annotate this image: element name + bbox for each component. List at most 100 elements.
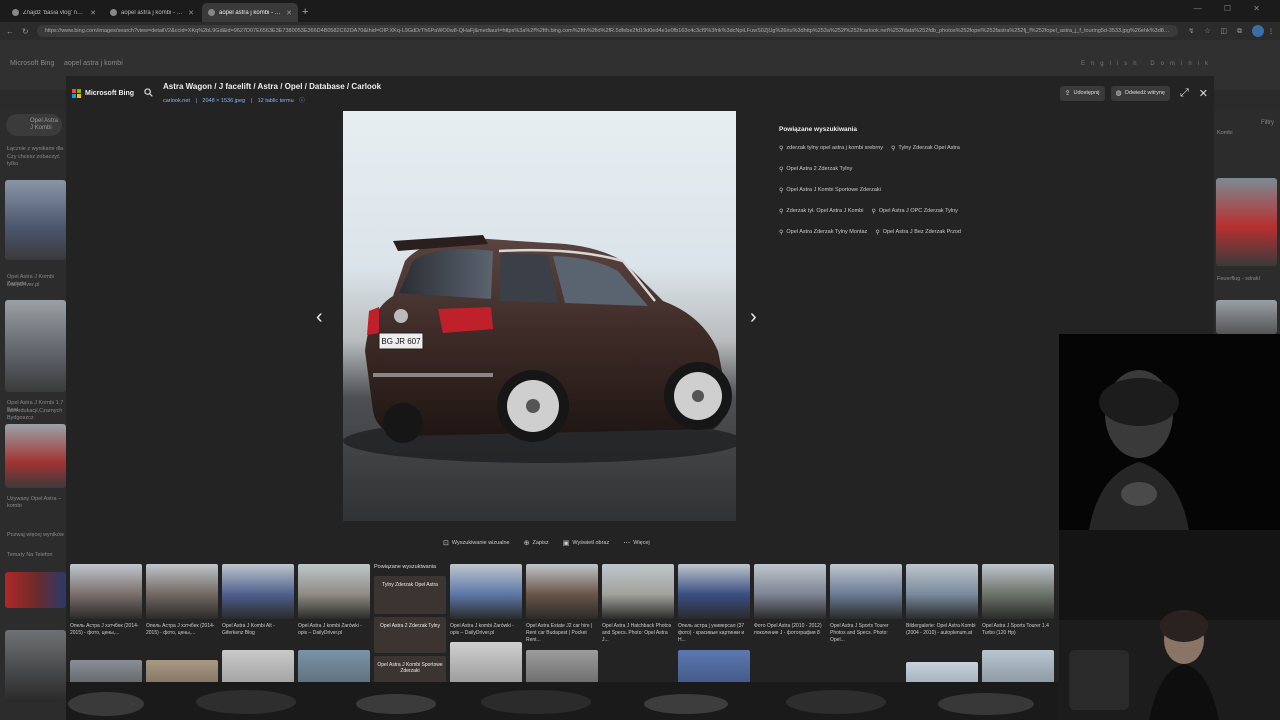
bg-topics: Tematy Na Telefon — [7, 552, 53, 558]
related-mini-heading: Powiązane wyszukiwania — [374, 564, 437, 570]
related-mini-label: Opel Astra J Kombi Sportowe Zderzaki — [377, 662, 443, 674]
close-icon[interactable]: ✕ — [1199, 87, 1208, 100]
related-search-item[interactable]: ⚲ Opel Astra J Kombi Sportowe Zderzaki — [779, 185, 881, 195]
related-mini-card[interactable]: Opel Astra 2 Zderzak Tylny — [374, 617, 446, 653]
bg-caption: samedukacji,Czarnych Bydgoszcz — [7, 408, 63, 421]
related-search-item[interactable]: ⚲ Zderzak tył. Opel Astra J Kombi — [779, 206, 863, 216]
overlay-header: Microsoft Bing Astra Wagon / J facelift … — [66, 76, 1214, 110]
tab-label: Znajdź 'basia vlog' na TikToku | W — [23, 9, 86, 16]
more-icon: ⋯ — [623, 540, 631, 547]
thumbnail-image — [450, 564, 522, 619]
view-image-button[interactable]: ▣ Wyświetl obraz — [563, 539, 610, 547]
back-icon[interactable]: ← — [6, 27, 14, 36]
related-row: ⚲ zderzak tylny opel astra j kombi srebrn… — [779, 143, 1099, 153]
logo-label: Microsoft Bing — [85, 89, 134, 97]
thumbnail[interactable]: Opel Astra J Hatchback Photos and Specs.… — [602, 564, 674, 644]
profile-avatar-icon[interactable] — [1252, 25, 1264, 37]
meta-divider: | — [195, 98, 197, 104]
search-icon: ⚲ — [779, 187, 784, 194]
related-search-item[interactable]: ⚲ Opel Astra 2 Zderzak Tylny — [779, 164, 852, 174]
info-icon[interactable]: ⓘ — [299, 98, 305, 104]
thumbnail-caption: Opel Astra J kombi Zarówki - opis – Dail… — [450, 623, 514, 636]
thumbnail[interactable]: Опель Астра J хэтчбек (2014-2015) - фото… — [146, 564, 218, 637]
thumbnail-caption: Опель астра j универсал (37 фото) - крас… — [678, 623, 745, 643]
visit-site-button[interactable]: ◍ Odwiedź witrynę — [1110, 85, 1170, 101]
search-icon: ⚲ — [779, 166, 784, 173]
related-search-item[interactable]: ⚲ Tylny Zderzak Opel Astra — [891, 143, 960, 153]
thumbnail[interactable]: Фото Opel Astra (2010 - 2012) поколение … — [754, 564, 826, 637]
thumbnail[interactable]: Bildergalerie: Opel Astra Kombi (2004 - … — [906, 564, 978, 637]
toolbar-label: Wyświetl obraz — [572, 540, 610, 546]
webcam-person-silhouette — [1059, 334, 1280, 530]
toolbar-label: Więcej — [633, 540, 650, 546]
bg-chip: Opel Astra J Kombi — [6, 114, 62, 136]
extension-icons[interactable]: ↯ ☆ ◫ ⧉ — [1188, 27, 1246, 36]
previous-image-icon[interactable]: ‹ — [316, 306, 323, 329]
bg-header-right: English Dominik — [1081, 61, 1214, 67]
search-icon[interactable] — [144, 87, 153, 99]
related-mini-card[interactable]: Tylny Zderzak Opel Astra — [374, 576, 446, 614]
license-plate-text: BG JR 607 — [381, 337, 421, 346]
close-tab-icon[interactable]: ✕ — [90, 9, 96, 17]
main-image[interactable]: BG JR 607 — [343, 111, 736, 521]
thumbnail[interactable]: Opel Astra J kombi Zarówki - opis – Dail… — [450, 564, 522, 637]
thumbnail[interactable]: Opel Astra J Sports Tourer Photos and Sp… — [830, 564, 902, 644]
related-search-item[interactable]: ⚲ zderzak tylny opel astra j kombi srebrn… — [779, 143, 883, 153]
related-label: Opel Astra 2 Zderzak Tylny — [786, 166, 853, 172]
browser-tab-2[interactable]: aopel astra j kombi - Wyszukaj ✕ — [104, 3, 200, 22]
webcam-feed-top — [1059, 334, 1280, 530]
save-icon: ⊕ — [523, 540, 530, 547]
thumbnail-caption: Фото Opel Astra (2010 - 2012) поколение … — [754, 623, 822, 636]
save-button[interactable]: ⊕ Zapisz — [524, 539, 549, 547]
new-tab-icon[interactable]: + — [302, 3, 308, 22]
visual-search-button[interactable]: ⊡ Wyszukiwanie wizualne — [443, 539, 510, 547]
thumbnail-image — [602, 564, 674, 619]
related-search-item[interactable]: ⚲ Opel Astra J OPC Zderzak Tylny — [871, 206, 957, 216]
related-label: Opel Astra J OPC Zderzak Tylny — [878, 208, 958, 214]
share-button[interactable]: ⇪ Udostępnij — [1059, 85, 1105, 101]
browser-tab-3[interactable]: aopel astra j kombi - Wyszukaj Ob ✕ — [202, 3, 298, 22]
image-title[interactable]: Astra Wagon / J facelift / Astra / Opel … — [163, 82, 381, 91]
url-field[interactable]: https://www.bing.com/images/search?view=… — [36, 25, 1179, 37]
toolbar-label: Wyszukiwanie wizualne — [451, 540, 510, 546]
car-photo: BG JR 607 — [343, 235, 736, 463]
close-tab-icon[interactable]: ✕ — [188, 9, 194, 17]
thumbnail[interactable]: Opel Astra J kombi Zarówki - opis – Dail… — [298, 564, 370, 637]
thumbnail-caption: Opel Astra J Sports Tourer 1.4 Turbo (12… — [982, 623, 1049, 636]
reload-icon[interactable]: ↻ — [22, 27, 29, 36]
related-search-item[interactable]: ⚲ Opel Astra Zderzak Tylny Montaz — [779, 227, 867, 237]
image-title-block: Astra Wagon / J facelift / Astra / Opel … — [163, 82, 381, 104]
thumbnail[interactable]: Опель Астра J хэтчбек (2014-2015) - фото… — [70, 564, 142, 637]
front-hub — [692, 390, 704, 402]
bg-thumb — [5, 630, 66, 702]
bumper-trim — [373, 373, 493, 377]
thumbnail[interactable]: Opel Astra J Sports Tourer 1.4 Turbo (12… — [982, 564, 1054, 637]
bg-thumb — [5, 180, 66, 260]
source-link[interactable]: carlook.net — [163, 98, 190, 104]
more-button[interactable]: ⋯ Więcej — [623, 539, 650, 547]
thumbnail[interactable]: Opel Astra Estate J2 car hire | Rent car… — [526, 564, 598, 644]
menu-icon[interactable]: ⋮ — [1268, 28, 1274, 35]
related-mini-label: Tylny Zderzak Opel Astra — [382, 582, 438, 588]
more-topics-link[interactable]: 12 tablic termu — [258, 98, 294, 104]
taillight-right — [438, 307, 493, 333]
browser-tab-1[interactable]: Znajdź 'basia vlog' na TikToku | W ✕ — [6, 3, 102, 22]
thumbnail-image — [146, 564, 218, 619]
image-meta: carlook.net | 2048 × 1536 jpeg | 12 tabl… — [163, 96, 381, 104]
bg-hint-2: Czy chcesz zobaczyć tylko — [7, 154, 60, 167]
image-toolbar: ⊡ Wyszukiwanie wizualne ⊕ Zapisz ▣ Wyświetl… — [443, 539, 664, 547]
thumbnail-image — [298, 564, 370, 619]
bg-caption: DailyDriver.pl — [7, 282, 40, 288]
view-image-icon: ▣ — [562, 540, 570, 547]
next-image-icon[interactable]: › — [750, 306, 757, 329]
related-row: ⚲ Opel Astra 2 Zderzak Tylny — [779, 164, 1099, 174]
window-controls[interactable]: — ☐ ✕ — [1194, 4, 1270, 13]
visual-search-icon: ⊡ — [443, 540, 449, 547]
thumbnail[interactable]: Опель астра j универсал (37 фото) - крас… — [678, 564, 750, 644]
thumbnail[interactable]: Opel Astra J Kombi Alt - Giferkenz Blog — [222, 564, 294, 637]
close-tab-icon[interactable]: ✕ — [286, 9, 292, 17]
related-label: Tylny Zderzak Opel Astra — [898, 145, 960, 151]
expand-icon[interactable]: ⤢ — [1180, 87, 1189, 100]
microsoft-bing-logo[interactable]: Microsoft Bing — [72, 88, 134, 98]
related-search-item[interactable]: ⚲ Opel Astra J Bez Zderzak Przod — [875, 227, 961, 237]
